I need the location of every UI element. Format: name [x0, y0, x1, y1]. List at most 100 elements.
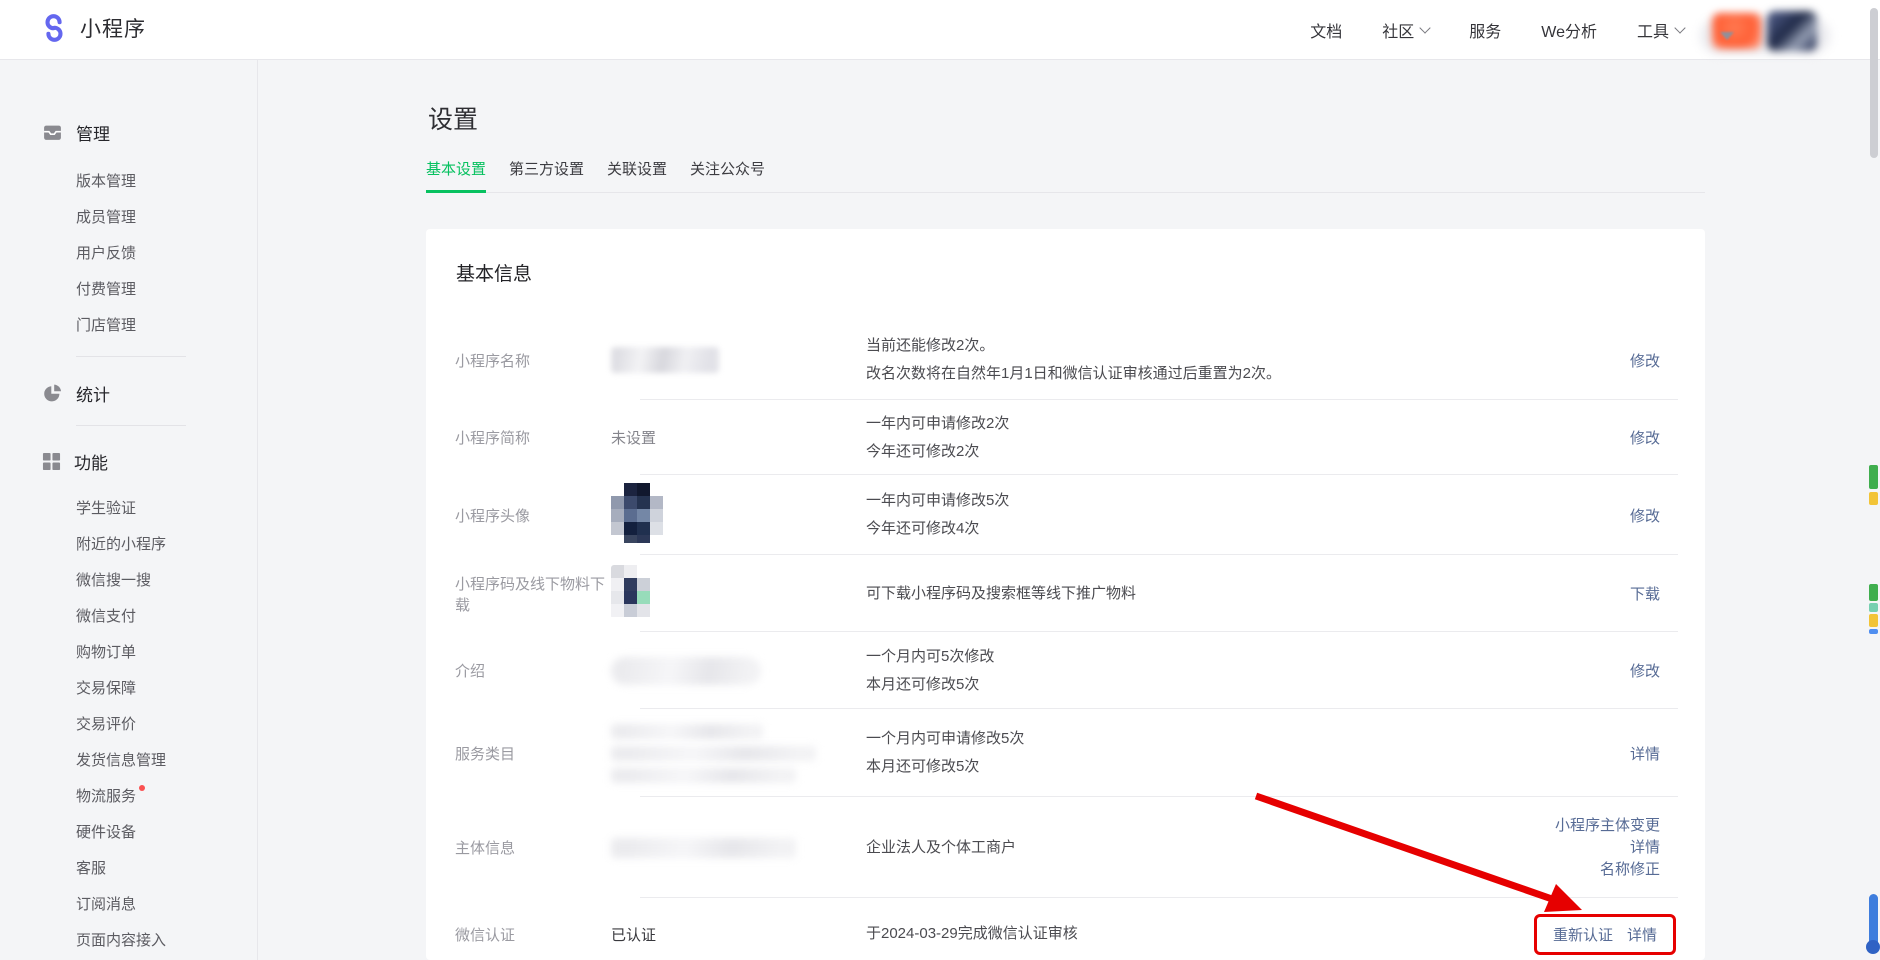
- sidebar-item-trade-review[interactable]: 交易评价: [0, 707, 257, 743]
- scroll-annotation-mark-green: [1869, 584, 1878, 601]
- modify-link[interactable]: 修改: [1630, 353, 1660, 370]
- desc-line: 今年还可修改4次: [866, 515, 1535, 543]
- row-label: 介绍: [426, 660, 611, 681]
- scrollbar-thumb[interactable]: [1870, 8, 1878, 158]
- modify-link[interactable]: 修改: [1630, 663, 1660, 680]
- scroll-annotation-mark-yellow: [1869, 614, 1878, 627]
- chevron-down-icon: [1720, 32, 1734, 40]
- pie-chart-icon: [42, 383, 63, 404]
- nav-community[interactable]: 社区: [1382, 18, 1429, 42]
- nav-weanalytics[interactable]: We分析: [1541, 18, 1597, 42]
- sidebar-item-nearby-miniprogram[interactable]: 附近的小程序: [0, 527, 257, 563]
- page-title: 设置: [428, 100, 478, 136]
- nav-services[interactable]: 服务: [1469, 18, 1501, 42]
- row-desc: 于2024-03-29完成微信认证审核: [866, 920, 1534, 948]
- sidebar-group-management[interactable]: 管理: [0, 118, 257, 146]
- top-navigation: 文档 社区 服务 We分析 工具: [1310, 0, 1684, 60]
- sidebar-item-member-mgmt[interactable]: 成员管理: [0, 200, 257, 236]
- tab-related-settings[interactable]: 关联设置: [607, 158, 667, 192]
- sidebar-item-payment-mgmt[interactable]: 付费管理: [0, 272, 257, 308]
- row-value: 未设置: [611, 427, 866, 448]
- modify-link[interactable]: 修改: [1630, 508, 1660, 525]
- sidebar-group-features[interactable]: 功能: [0, 447, 257, 475]
- desc-line: 可下载小程序码及搜索框等线下推广物料: [866, 580, 1535, 608]
- row-label: 主体信息: [426, 837, 611, 858]
- nav-docs[interactable]: 文档: [1310, 18, 1342, 42]
- sidebar-item-trade-guarantee[interactable]: 交易保障: [0, 671, 257, 707]
- nav-weanalytics-label: We分析: [1541, 18, 1597, 42]
- desc-line: 一个月内可5次修改: [866, 643, 1535, 671]
- row-desc: 一个月内可申请修改5次 本月还可修改5次: [866, 725, 1535, 781]
- sidebar-item-wechat-pay[interactable]: 微信支付: [0, 599, 257, 635]
- sidebar-item-logistics[interactable]: 物流服务: [0, 779, 257, 815]
- modify-link[interactable]: 修改: [1630, 430, 1660, 447]
- sidebar-item-student-verify[interactable]: 学生验证: [0, 491, 257, 527]
- desc-line: 今年还可修改2次: [866, 438, 1535, 466]
- nav-services-label: 服务: [1469, 18, 1501, 42]
- sidebar-item-subscribe-message[interactable]: 订阅消息: [0, 887, 257, 923]
- desc-line: 一年内可申请修改5次: [866, 487, 1535, 515]
- row-label: 小程序名称: [426, 350, 611, 371]
- tab-thirdparty-settings[interactable]: 第三方设置: [509, 158, 584, 192]
- verification-status: 已认证: [611, 927, 656, 944]
- tab-basic-settings[interactable]: 基本设置: [426, 158, 486, 192]
- row-label: 小程序简称: [426, 427, 611, 448]
- scroll-annotation-mark-teal: [1869, 603, 1878, 612]
- app-header: 小程序 文档 社区 服务 We分析 工具: [0, 0, 1880, 60]
- row-introduction: 介绍 一个月内可5次修改 本月还可修改5次 修改: [426, 632, 1705, 709]
- reverify-link[interactable]: 重新认证: [1553, 924, 1613, 945]
- row-miniprogram-name: 小程序名称 当前还能修改2次。 改名次数将在自然年1月1日和微信认证审核通过后重…: [426, 320, 1705, 400]
- nav-tools[interactable]: 工具: [1637, 18, 1684, 42]
- nav-community-label: 社区: [1382, 18, 1414, 42]
- row-label: 小程序码及线下物料下载: [426, 573, 611, 615]
- sidebar-group-statistics[interactable]: 统计: [0, 379, 257, 407]
- sidebar-item-version-mgmt[interactable]: 版本管理: [0, 164, 257, 200]
- row-wechat-verification: 微信认证 已认证 于2024-03-29完成微信认证审核 重新认证 详情: [426, 898, 1705, 960]
- sidebar-item-wechat-search[interactable]: 微信搜一搜: [0, 563, 257, 599]
- sidebar-item-shipping-info[interactable]: 发货信息管理: [0, 743, 257, 779]
- account-badge-blurred[interactable]: [1712, 13, 1762, 49]
- row-desc: 一年内可申请修改2次 今年还可修改2次: [866, 410, 1535, 466]
- sidebar-item-user-feedback[interactable]: 用户反馈: [0, 236, 257, 272]
- sidebar-group-features-items: 学生验证 附近的小程序 微信搜一搜 微信支付 购物订单 交易保障 交易评价 发货…: [0, 491, 257, 959]
- sidebar-item-store-mgmt[interactable]: 门店管理: [0, 308, 257, 344]
- detail-link[interactable]: 详情: [1630, 837, 1660, 858]
- sidebar-item-hardware[interactable]: 硬件设备: [0, 815, 257, 851]
- sidebar-item-customer-service[interactable]: 客服: [0, 851, 257, 887]
- desc-line: 企业法人及个体工商户: [866, 834, 1535, 862]
- row-service-category: 服务类目 一个月内可申请修改5次 本月还可修改5次 详情: [426, 709, 1705, 797]
- wechat-miniprogram-console: 小程序 文档 社区 服务 We分析 工具 管理 版本管理 成员管理 用户反馈 付…: [0, 0, 1880, 960]
- miniprogram-logo-icon: [38, 12, 70, 44]
- redacted-qrcode-image: [611, 565, 651, 619]
- sidebar-item-shopping-orders[interactable]: 购物订单: [0, 635, 257, 671]
- row-label: 小程序头像: [426, 505, 611, 526]
- sidebar-group-label: 功能: [74, 449, 108, 474]
- avatar[interactable]: [1767, 11, 1817, 51]
- settings-rows: 小程序名称 当前还能修改2次。 改名次数将在自然年1月1日和微信认证审核通过后重…: [426, 320, 1705, 960]
- app-logo[interactable]: 小程序: [38, 12, 146, 44]
- row-desc: 企业法人及个体工商户: [866, 834, 1535, 862]
- row-miniprogram-code-material: 小程序码及线下物料下载 可下载小程序码及搜索框等线下推广物料 下载: [426, 555, 1705, 632]
- detail-link[interactable]: 详情: [1630, 746, 1660, 763]
- redacted-entity-value: [611, 838, 796, 858]
- chevron-down-icon: [1674, 22, 1685, 33]
- scroll-annotation-mark-blue: [1869, 629, 1878, 634]
- detail-link[interactable]: 详情: [1627, 924, 1657, 945]
- sidebar-item-page-content[interactable]: 页面内容接入: [0, 923, 257, 959]
- sidebar-divider: [76, 356, 186, 357]
- entity-change-link[interactable]: 小程序主体变更: [1555, 815, 1660, 836]
- sidebar-group-label: 统计: [76, 381, 110, 406]
- tab-follow-official-account[interactable]: 关注公众号: [690, 158, 765, 192]
- redacted-name-value: [611, 347, 719, 373]
- row-miniprogram-shortname: 小程序简称 未设置 一年内可申请修改2次 今年还可修改2次 修改: [426, 400, 1705, 475]
- redacted-avatar-image: [611, 483, 663, 543]
- name-correction-link[interactable]: 名称修正: [1600, 859, 1660, 880]
- app-title: 小程序: [80, 13, 146, 43]
- desc-line: 当前还能修改2次。: [866, 332, 1535, 360]
- chevron-down-icon: [1420, 22, 1431, 33]
- archive-icon: [42, 122, 63, 143]
- row-label: 服务类目: [426, 743, 611, 764]
- download-link[interactable]: 下载: [1630, 586, 1660, 603]
- sidebar: 管理 版本管理 成员管理 用户反馈 付费管理 门店管理 统计 功能: [0, 60, 258, 960]
- row-desc: 一年内可申请修改5次 今年还可修改4次: [866, 487, 1535, 543]
